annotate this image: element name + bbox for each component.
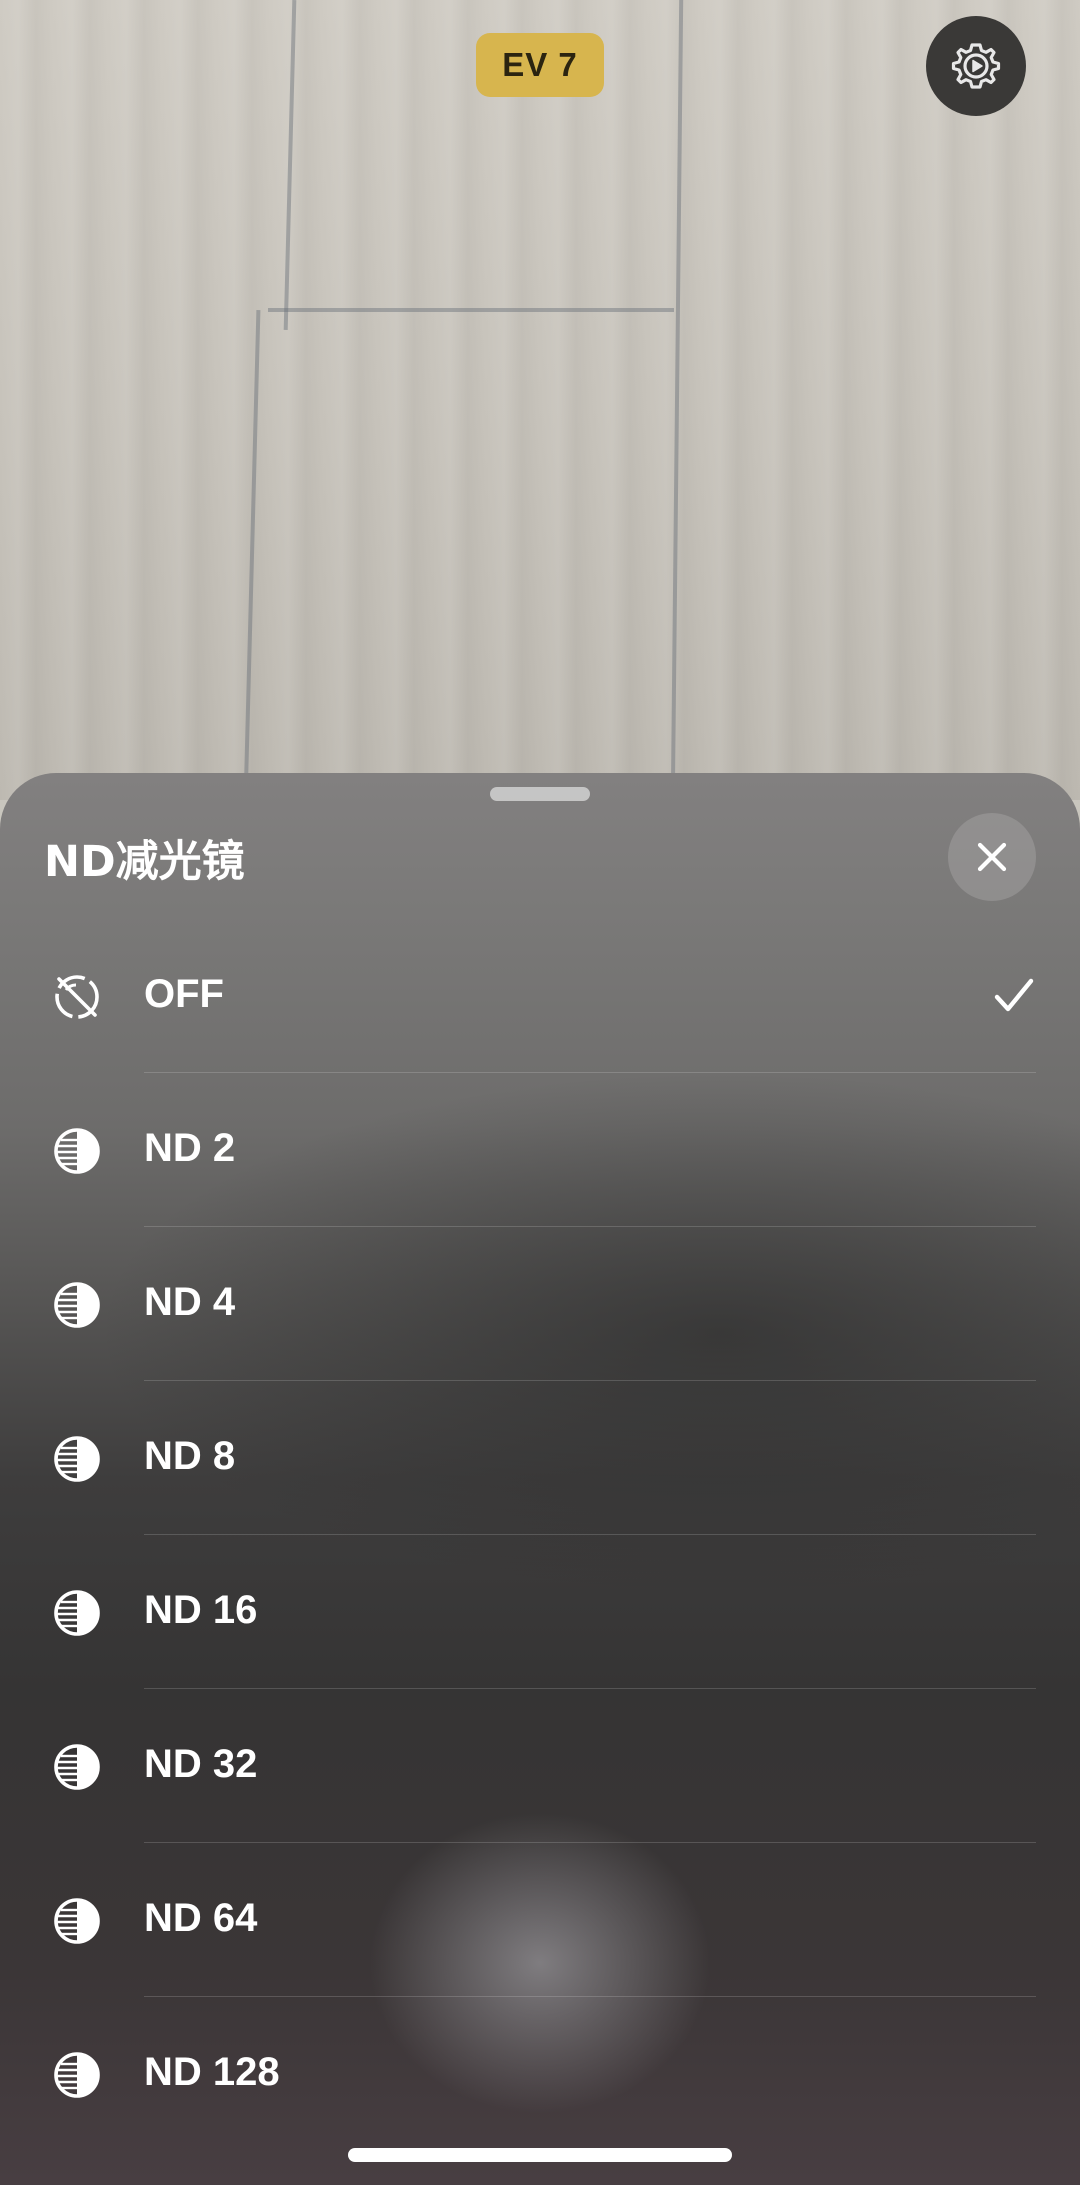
sheet-title: ND减光镜 <box>44 837 245 887</box>
nd-filter-sheet: ND减光镜 OFF ND 2 ND 4 ND 8 ND 16 ND 32 ND … <box>0 773 1080 2185</box>
nd-filter-icon <box>54 1436 100 1482</box>
option-label: ND 4 <box>144 1280 236 1324</box>
nd-filter-icon <box>54 1590 100 1636</box>
home-indicator[interactable] <box>348 2148 732 2162</box>
option-row-nd8[interactable]: ND 8 <box>0 1381 1080 1535</box>
nd-filter-icon <box>54 1282 100 1328</box>
option-label: ND 128 <box>144 2050 280 2094</box>
nd-filter-icon <box>54 2052 100 2098</box>
option-label: OFF <box>144 972 224 1016</box>
option-label: ND 2 <box>144 1126 236 1170</box>
gear-play-icon <box>951 43 1001 89</box>
floor-seam <box>243 310 261 800</box>
option-row-nd32[interactable]: ND 32 <box>0 1689 1080 1843</box>
option-label: ND 32 <box>144 1742 258 1786</box>
option-row-nd64[interactable]: ND 64 <box>0 1843 1080 1997</box>
checkmark-icon <box>994 978 1034 1012</box>
nd-filter-icon <box>54 1128 100 1174</box>
option-row-off[interactable]: OFF <box>0 919 1080 1073</box>
nd-filter-icon <box>54 1898 100 1944</box>
option-label: ND 64 <box>144 1896 258 1940</box>
floor-seam <box>670 0 684 800</box>
floor-seam <box>268 308 674 312</box>
option-row-nd2[interactable]: ND 2 <box>0 1073 1080 1227</box>
option-row-nd16[interactable]: ND 16 <box>0 1535 1080 1689</box>
ev-badge[interactable]: EV 7 <box>476 33 604 97</box>
option-row-nd128[interactable]: ND 128 <box>0 1997 1080 2151</box>
close-icon <box>977 842 1007 872</box>
nd-off-icon <box>55 975 99 1019</box>
close-button[interactable] <box>948 813 1036 901</box>
sheet-grabber[interactable] <box>490 787 590 801</box>
option-row-nd4[interactable]: ND 4 <box>0 1227 1080 1381</box>
option-label: ND 8 <box>144 1434 236 1478</box>
settings-button[interactable] <box>926 16 1026 116</box>
camera-viewfinder[interactable]: EV 7 <box>0 0 1080 800</box>
nd-filter-icon <box>54 1744 100 1790</box>
floor-seam <box>283 0 297 330</box>
option-label: ND 16 <box>144 1588 258 1632</box>
